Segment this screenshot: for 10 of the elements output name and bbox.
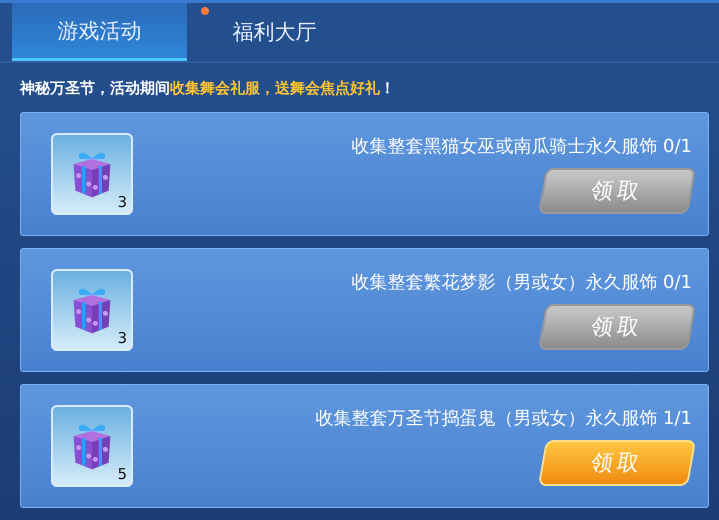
item-count: 3 — [117, 193, 127, 211]
event-description: 神秘万圣节，活动期间收集舞会礼服，送舞会焦点好礼！ — [18, 78, 396, 99]
tab[interactable]: 游戏活动 — [12, 3, 187, 61]
task-description: 收集整套万圣节捣蛋鬼（男或女）永久服饰 1/1 — [315, 407, 692, 430]
item-count: 3 — [117, 329, 127, 347]
claim-button[interactable]: 领取 — [538, 440, 696, 486]
task-description: 收集整套黑猫女巫或南瓜骑士永久服饰 0/1 — [351, 135, 692, 158]
tab[interactable]: 福利大厅 — [187, 3, 362, 61]
task-description: 收集整套繁花梦影（男或女）永久服饰 0/1 — [351, 271, 692, 294]
item-count: 5 — [117, 465, 127, 483]
